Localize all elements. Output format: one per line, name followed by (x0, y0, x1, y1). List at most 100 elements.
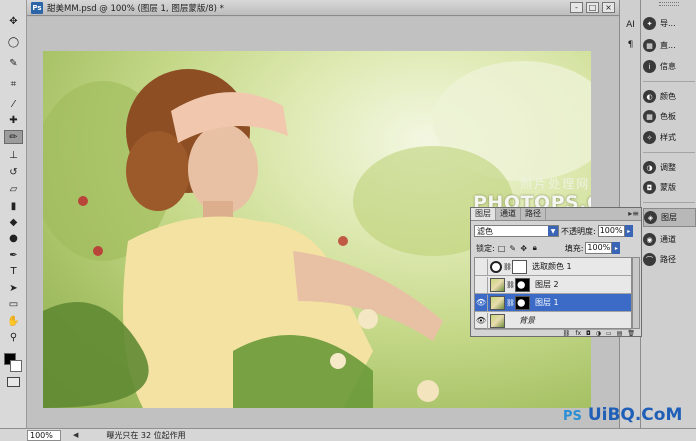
background-color-swatch[interactable] (10, 360, 22, 372)
lock-all-icon[interactable]: 🔒︎ (530, 243, 540, 253)
panel-dock: ✦ 导... ▦ 直... i 信息 ◐ 颜色 ▦ 色板 ✧ 样式 ◑ 调整 ◘ 蒙版 ◈ 图层 … (640, 0, 696, 428)
visibility-toggle[interactable] (475, 276, 488, 293)
link-icon: ⛓ (506, 298, 515, 307)
gradient-tool-icon[interactable]: ▮ (4, 199, 23, 213)
lock-transparent-icon[interactable]: □ (497, 243, 507, 253)
layer-row[interactable]: 👁︎ 背景 (475, 312, 631, 330)
blend-mode-value: 滤色 (477, 226, 493, 236)
dock-divider (643, 202, 695, 203)
layer-thumbnail[interactable] (490, 277, 505, 292)
lock-image-icon[interactable]: ✎ (508, 243, 518, 253)
eye-icon[interactable]: 👁︎ (475, 312, 488, 329)
layer-row[interactable]: ⛓ 图层 2 (475, 276, 631, 294)
paragraph-panel-button[interactable]: ¶ (623, 38, 638, 52)
lock-position-icon[interactable]: ✥ (519, 243, 529, 253)
dock-color[interactable]: ◐ 颜色 (643, 87, 696, 106)
clone-stamp-tool-icon[interactable]: ⊥ (4, 148, 23, 162)
dock-histogram[interactable]: ▦ 直... (643, 36, 696, 55)
panel-menu-icon[interactable]: ▸≡ (628, 208, 639, 220)
dock-styles[interactable]: ✧ 样式 (643, 128, 696, 147)
layer-row-selected[interactable]: 👁︎ ⛓ 图层 1 (475, 294, 631, 312)
dock-paths[interactable]: ⌒ 路径 (643, 250, 696, 269)
fx-icon[interactable]: fx (575, 330, 581, 337)
blend-mode-select[interactable]: 滤色 ▼ (474, 225, 559, 237)
brush-tool-icon[interactable]: ✏ (4, 130, 23, 144)
shape-tool-icon[interactable]: ▭ (4, 297, 23, 311)
mask-thumbnail[interactable] (512, 259, 527, 274)
blur-tool-icon[interactable]: ◆ (4, 215, 23, 229)
visibility-toggle[interactable] (475, 258, 488, 275)
layer-name: 选取颜色 1 (532, 262, 572, 271)
tools-panel: ✥ ◯ ✎ ⌗ ⁄ ✚ ✏ ⊥ ↺ ▱ ▮ ◆ ● ✒ T ➤ ▭ ✋ ⚲ (0, 0, 27, 428)
histogram-icon: ▦ (643, 39, 656, 52)
tab-paths[interactable]: 路径 (521, 208, 546, 220)
dock-divider (643, 152, 695, 153)
maximize-button[interactable]: □ (586, 2, 599, 13)
quick-select-tool-icon[interactable]: ✎ (4, 56, 23, 70)
type-tool-icon[interactable]: T (4, 264, 23, 278)
layer-thumbnail[interactable] (490, 313, 505, 328)
move-tool-icon[interactable]: ✥ (4, 14, 23, 28)
mask-thumbnail[interactable] (515, 277, 530, 292)
minimize-button[interactable]: - (570, 2, 583, 13)
status-menu-arrow-icon[interactable]: ◀ (73, 431, 78, 439)
site-logo-ps: PS (563, 409, 582, 424)
dodge-tool-icon[interactable]: ● (4, 231, 23, 245)
document-titlebar[interactable]: Ps 甜美MM.psd @ 100% (图层 1, 图层蒙版/8) * - □ … (27, 0, 619, 16)
new-adjustment-icon[interactable]: ◑ (596, 330, 601, 337)
dock-info[interactable]: i 信息 (643, 57, 696, 76)
quick-mask-button[interactable] (7, 377, 20, 387)
dock-swatches[interactable]: ▦ 色板 (643, 107, 696, 126)
eraser-tool-icon[interactable]: ▱ (4, 182, 23, 196)
crop-tool-icon[interactable]: ⌗ (4, 77, 23, 91)
dock-channels[interactable]: ◉ 通道 (643, 230, 696, 249)
link-layers-icon[interactable]: ⛓ (563, 330, 571, 337)
dock-label: 直... (660, 41, 676, 50)
history-brush-tool-icon[interactable]: ↺ (4, 165, 23, 179)
add-mask-icon[interactable]: ◘ (586, 330, 591, 337)
navigator-icon: ✦ (643, 17, 656, 30)
eye-icon[interactable]: 👁︎ (475, 294, 488, 311)
tab-layers[interactable]: 图层 (471, 208, 496, 220)
adjustments-icon: ◑ (643, 161, 656, 174)
fill-slider-arrow-icon[interactable]: ▸ (612, 242, 621, 254)
dock-label: 蒙版 (660, 183, 676, 192)
lasso-tool-icon[interactable]: ◯ (4, 35, 23, 49)
dock-navigator[interactable]: ✦ 导... (643, 14, 696, 33)
dock-masks[interactable]: ◘ 蒙版 (643, 178, 696, 197)
opacity-slider-arrow-icon[interactable]: ▸ (624, 225, 633, 237)
layer-thumbnail[interactable] (490, 295, 505, 310)
layer-list: ⛓ 选取颜色 1 ⛓ 图层 2 👁︎ ⛓ 图层 1 👁︎ 背景 (474, 257, 632, 330)
opacity-input[interactable]: 100% (597, 225, 625, 237)
link-icon: ⛓ (506, 280, 515, 289)
fill-label: 填充: (564, 243, 584, 253)
pen-tool-icon[interactable]: ✒ (4, 248, 23, 262)
dock-layers[interactable]: ◈ 图层 (643, 208, 696, 227)
hand-tool-icon[interactable]: ✋ (4, 314, 23, 328)
dock-label: 路径 (660, 255, 676, 264)
dock-grip[interactable] (659, 2, 679, 6)
zoom-tool-icon[interactable]: ⚲ (4, 330, 23, 344)
eyedropper-tool-icon[interactable]: ⁄ (4, 97, 23, 111)
dock-label: 导... (660, 19, 676, 28)
delete-layer-icon[interactable]: 🗑︎ (627, 330, 635, 337)
layer-row[interactable]: ⛓ 选取颜色 1 (475, 258, 631, 276)
dock-adjustments[interactable]: ◑ 调整 (643, 158, 696, 177)
fill-input[interactable]: 100% (585, 242, 613, 254)
zoom-field[interactable]: 100% (27, 429, 61, 441)
tab-channels[interactable]: 通道 (496, 208, 521, 220)
mask-thumbnail[interactable] (515, 295, 530, 310)
healing-brush-tool-icon[interactable]: ✚ (4, 113, 23, 127)
layer-list-scrollbar[interactable] (632, 257, 640, 329)
new-group-icon[interactable]: ▭ (606, 330, 612, 337)
path-select-tool-icon[interactable]: ➤ (4, 281, 23, 295)
character-panel-button[interactable]: AI (623, 18, 638, 32)
layers-panel: 图层 通道 路径 ▸≡ 滤色 ▼ 不透明度: 100% ▸ 锁定: □ ✎ ✥ 🔒… (470, 207, 642, 337)
dock-label: 颜色 (660, 92, 676, 101)
close-button[interactable]: × (602, 2, 615, 13)
new-layer-icon[interactable]: ▤ (617, 330, 623, 337)
document-title: 甜美MM.psd @ 100% (图层 1, 图层蒙版/8) * (47, 3, 224, 14)
layers-icon: ◈ (644, 211, 657, 224)
watermark-chinese: 照片处理网 (520, 177, 591, 191)
dock-label: 通道 (660, 235, 676, 244)
